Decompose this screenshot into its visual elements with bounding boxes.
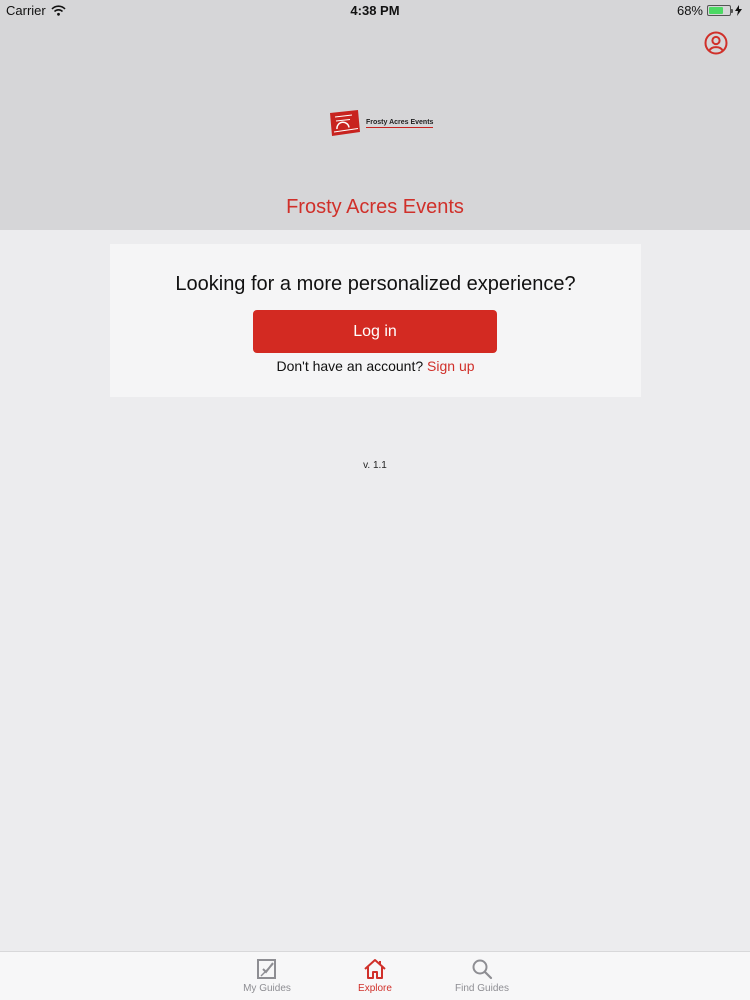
- flag-logo-icon: [330, 110, 360, 136]
- tab-label: My Guides: [243, 983, 291, 994]
- login-prompt-heading: Looking for a more personalized experien…: [175, 273, 576, 295]
- login-prompt-card: Looking for a more personalized experien…: [110, 244, 641, 397]
- profile-button[interactable]: [703, 30, 729, 56]
- status-bar: Carrier 4:38 PM 68%: [0, 0, 750, 20]
- login-button[interactable]: Log in: [253, 310, 497, 353]
- page-title: Frosty Acres Events: [286, 196, 464, 218]
- battery-indicator: 68%: [677, 3, 742, 18]
- tab-label: Find Guides: [455, 983, 509, 994]
- brand-logo: Frosty Acres Events: [328, 108, 434, 138]
- logo-text: Frosty Acres Events: [366, 118, 434, 128]
- search-icon: [472, 959, 493, 980]
- signup-prompt: Don't have an account?: [276, 358, 424, 374]
- home-icon: [364, 959, 386, 979]
- tab-label: Explore: [358, 983, 392, 994]
- tab-bar: My Guides Explore Find Guides: [0, 951, 750, 1000]
- signup-link[interactable]: Sign up: [427, 358, 474, 374]
- battery-icon: [707, 5, 733, 16]
- app-header: Frosty Acres Events Frosty Acres Events: [0, 0, 750, 230]
- battery-percent: 68%: [676, 3, 703, 18]
- clock: 4:38 PM: [350, 3, 400, 18]
- version-label: v. 1.1: [363, 460, 387, 471]
- tab-my-guides[interactable]: My Guides: [222, 952, 312, 1000]
- user-circle-icon: [704, 31, 728, 55]
- charging-bolt-icon: [735, 5, 742, 16]
- signup-row: Don't have an account? Sign up: [110, 358, 641, 374]
- battery-level: [709, 7, 723, 14]
- checklist-icon: [257, 959, 276, 979]
- tab-explore[interactable]: Explore: [330, 952, 420, 1000]
- tab-find-guides[interactable]: Find Guides: [437, 952, 527, 1000]
